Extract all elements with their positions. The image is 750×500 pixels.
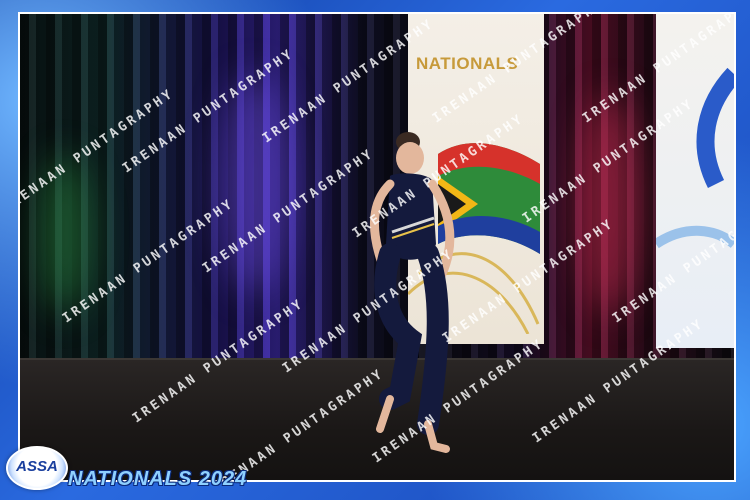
green-stage-light <box>40 154 90 314</box>
dancer-figure <box>369 132 455 453</box>
side-banner-graphic <box>653 67 734 249</box>
red-stage-light <box>580 94 640 314</box>
stage-photo: NATIONALS IRENAAN PUNTAGRAPHY IRENAAN PU… <box>18 12 736 482</box>
assa-logo: ASSA <box>6 446 68 490</box>
side-banner <box>653 14 734 348</box>
footer-event-title: NATIONALS 2024 <box>68 468 248 490</box>
purple-stage-light <box>220 74 290 294</box>
logo-text: ASSA <box>16 458 58 475</box>
banner-title: NATIONALS <box>416 54 519 73</box>
photo-frame: NATIONALS IRENAAN PUNTAGRAPHY IRENAAN PU… <box>0 0 750 500</box>
